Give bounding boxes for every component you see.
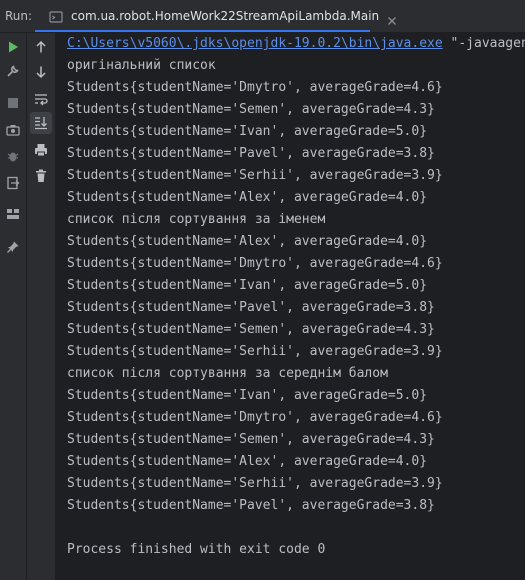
- arrow-down-icon[interactable]: [30, 61, 52, 83]
- console-line: Students{studentName='Dmytro', averageGr…: [67, 80, 443, 95]
- console-line: Students{studentName='Semen', averageGra…: [67, 322, 435, 337]
- run-tool-window-header: Run: com.ua.robot.HomeWork22StreamApiLam…: [0, 0, 525, 33]
- console-line: Students{studentName='Pavel', averageGra…: [67, 498, 435, 513]
- console-line: Students{studentName='Alex', averageGrad…: [67, 190, 428, 205]
- wrench-icon[interactable]: [2, 60, 24, 82]
- console-line: Students{studentName='Alex', averageGrad…: [67, 454, 428, 469]
- console-icon: [49, 9, 63, 23]
- console-line: Students{studentName='Dmytro', averageGr…: [67, 256, 443, 271]
- console-line: Students{studentName='Alex', averageGrad…: [67, 234, 428, 249]
- arrow-up-icon[interactable]: [30, 36, 52, 58]
- tab-active-underline: [35, 30, 370, 32]
- console-line: Students{studentName='Semen', averageGra…: [67, 102, 435, 117]
- command-arguments: "-javaagent:: [450, 36, 525, 51]
- camera-icon[interactable]: [2, 119, 24, 141]
- close-icon[interactable]: [387, 11, 397, 25]
- run-toolbar-primary: [0, 33, 27, 580]
- console-line: список після сортування за середнім бало…: [67, 366, 388, 381]
- console-line: список після сортування за іменем: [67, 212, 326, 227]
- console-line: Students{studentName='Dmytro', averageGr…: [67, 410, 443, 425]
- run-icon[interactable]: [2, 36, 24, 58]
- console-line: Students{studentName='Semen', averageGra…: [67, 432, 435, 447]
- console-line: Students{studentName='Ivan', averageGrad…: [67, 278, 428, 293]
- run-toolbar-secondary: [27, 33, 56, 580]
- run-configuration-tab[interactable]: com.ua.robot.HomeWork22StreamApiLambda.M…: [35, 0, 397, 32]
- print-icon[interactable]: [30, 139, 52, 161]
- java-executable-link[interactable]: C:\Users\v5060\.jdks\openjdk-19.0.2\bin\…: [67, 36, 443, 51]
- console-line: Students{studentName='Serhii', averageGr…: [67, 168, 443, 183]
- command-line: C:\Users\v5060\.jdks\openjdk-19.0.2\bin\…: [67, 33, 525, 55]
- console-line: Students{studentName='Pavel', averageGra…: [67, 300, 435, 315]
- console-line: Students{studentName='Ivan', averageGrad…: [67, 124, 428, 139]
- console-line: Students{studentName='Pavel', averageGra…: [67, 146, 435, 161]
- debug-bug-icon[interactable]: [2, 145, 24, 167]
- layout-icon[interactable]: [2, 203, 24, 225]
- console-output[interactable]: C:\Users\v5060\.jdks\openjdk-19.0.2\bin\…: [56, 33, 525, 580]
- exit-icon[interactable]: [2, 172, 24, 194]
- trash-icon[interactable]: [30, 165, 52, 187]
- console-line: Students{studentName='Ivan', averageGrad…: [67, 388, 428, 403]
- console-line: оригінальний список: [67, 58, 216, 73]
- console-line: Students{studentName='Serhii', averageGr…: [67, 476, 443, 491]
- soft-wrap-icon[interactable]: [30, 88, 52, 110]
- stop-icon[interactable]: [2, 92, 24, 114]
- pin-icon[interactable]: [2, 236, 24, 258]
- scroll-to-end-icon[interactable]: [30, 112, 52, 134]
- console-line: Process finished with exit code 0: [67, 542, 326, 557]
- console-line: Students{studentName='Serhii', averageGr…: [67, 344, 443, 359]
- run-label: Run:: [5, 9, 33, 23]
- tab-title: com.ua.robot.HomeWork22StreamApiLambda.M…: [71, 9, 380, 23]
